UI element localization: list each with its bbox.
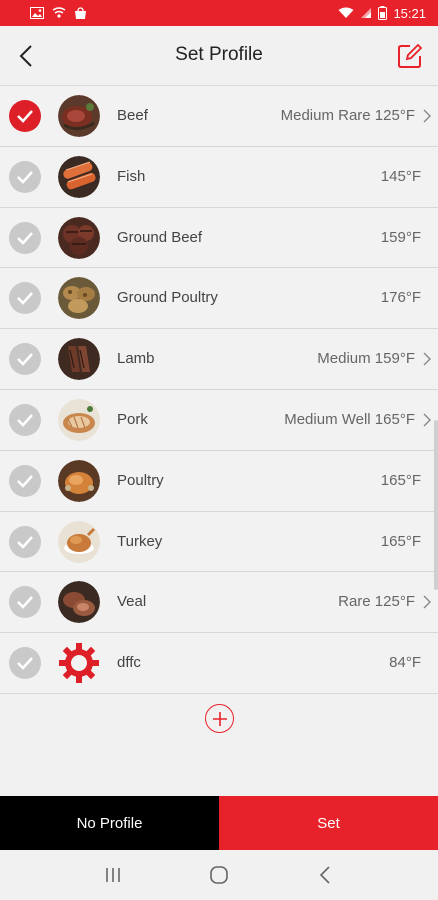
profile-row-poultry[interactable]: Poultry 165°F	[0, 450, 438, 512]
recent-apps-icon	[106, 868, 120, 882]
check-icon[interactable]	[9, 586, 41, 619]
profile-value: Medium 159°F	[317, 350, 415, 368]
check-icon[interactable]	[9, 403, 41, 436]
chevron-right-icon	[423, 352, 431, 366]
recent-apps-button[interactable]	[93, 855, 133, 895]
profile-row-fish[interactable]: Fish 145°F	[0, 146, 438, 208]
profile-value: Medium Well 165°F	[284, 410, 415, 428]
profile-row-veal[interactable]: Veal Rare 125°F	[0, 572, 438, 634]
add-icon	[212, 711, 227, 726]
signal-icon	[360, 7, 372, 19]
profile-value: 159°F	[380, 228, 421, 246]
profile-name: Ground Beef	[117, 228, 203, 246]
profile-value: 165°F	[380, 471, 421, 489]
profile-name: dffc	[117, 654, 141, 672]
profile-name: Veal	[117, 593, 147, 611]
home-icon	[210, 866, 228, 884]
check-icon[interactable]	[9, 525, 41, 558]
add-profile-button[interactable]	[205, 704, 234, 733]
cast-icon	[52, 7, 66, 19]
scroll-indicator[interactable]	[434, 420, 438, 590]
check-icon[interactable]	[9, 160, 41, 193]
profile-row-ground-poultry[interactable]: Ground Poultry 176°F	[0, 268, 438, 330]
beef-thumbnail	[58, 95, 100, 137]
profile-row-turkey[interactable]: Turkey 165°F	[0, 511, 438, 573]
poultry-thumbnail	[58, 459, 100, 502]
profile-value: 176°F	[380, 289, 421, 307]
profile-name: Poultry	[117, 471, 164, 489]
system-nav-bar	[0, 850, 438, 900]
ground-poultry-thumbnail	[58, 277, 100, 320]
profile-name: Beef	[117, 107, 148, 124]
check-icon[interactable]	[9, 282, 41, 315]
status-left	[30, 6, 87, 20]
profile-row-pork[interactable]: Pork Medium Well 165°F	[0, 389, 438, 451]
back-icon	[319, 866, 330, 884]
chevron-right-icon	[423, 595, 431, 609]
profile-value: 84°F	[389, 654, 421, 672]
no-profile-button[interactable]: No Profile	[0, 796, 219, 850]
gear-icon	[58, 642, 100, 684]
wifi-icon	[338, 7, 354, 19]
chevron-right-icon	[423, 413, 431, 427]
app-bar: Set Profile	[0, 26, 438, 86]
store-icon	[74, 6, 87, 20]
profile-name: Lamb	[117, 350, 155, 368]
profile-name: Fish	[117, 167, 146, 185]
profile-list: Beef Medium Rare 125°F Fish 145°F Ground…	[0, 86, 438, 694]
status-time: 15:21	[393, 5, 426, 21]
turkey-thumbnail	[58, 520, 100, 563]
chevron-right-icon	[423, 109, 431, 123]
check-icon[interactable]	[9, 343, 41, 376]
profile-row-dffc[interactable]: dffc 84°F	[0, 633, 438, 694]
check-icon[interactable]	[9, 464, 41, 497]
set-button[interactable]: Set	[219, 796, 438, 850]
lamb-thumbnail	[58, 338, 100, 381]
profile-value: Medium Rare 125°F	[280, 107, 415, 124]
battery-icon	[378, 6, 388, 20]
status-bar: 15:21	[0, 0, 438, 26]
bottom-action-bar: No Profile Set	[0, 796, 438, 850]
profile-name: Pork	[117, 410, 148, 428]
veal-thumbnail	[58, 581, 100, 624]
profile-value: Rare 125°F	[338, 593, 415, 611]
profile-row-ground-beef[interactable]: Ground Beef 159°F	[0, 207, 438, 269]
check-icon[interactable]	[9, 647, 41, 680]
edit-icon	[398, 43, 423, 68]
check-icon[interactable]	[9, 221, 41, 254]
profile-value: 145°F	[380, 167, 421, 185]
ground-beef-thumbnail	[58, 216, 100, 259]
profile-name: Ground Poultry	[117, 289, 218, 307]
fish-thumbnail	[58, 155, 100, 198]
profile-name: Turkey	[117, 532, 163, 550]
image-icon	[30, 7, 44, 19]
page-title: Set Profile	[175, 44, 263, 65]
status-right: 15:21	[338, 6, 426, 21]
profile-row-beef[interactable]: Beef Medium Rare 125°F	[0, 86, 438, 147]
check-icon[interactable]	[9, 100, 41, 132]
pork-thumbnail	[58, 398, 100, 441]
edit-button[interactable]	[396, 42, 424, 70]
system-back-button[interactable]	[305, 855, 345, 895]
profile-value: 165°F	[380, 532, 421, 550]
home-button[interactable]	[199, 855, 239, 895]
profile-row-lamb[interactable]: Lamb Medium 159°F	[0, 329, 438, 390]
